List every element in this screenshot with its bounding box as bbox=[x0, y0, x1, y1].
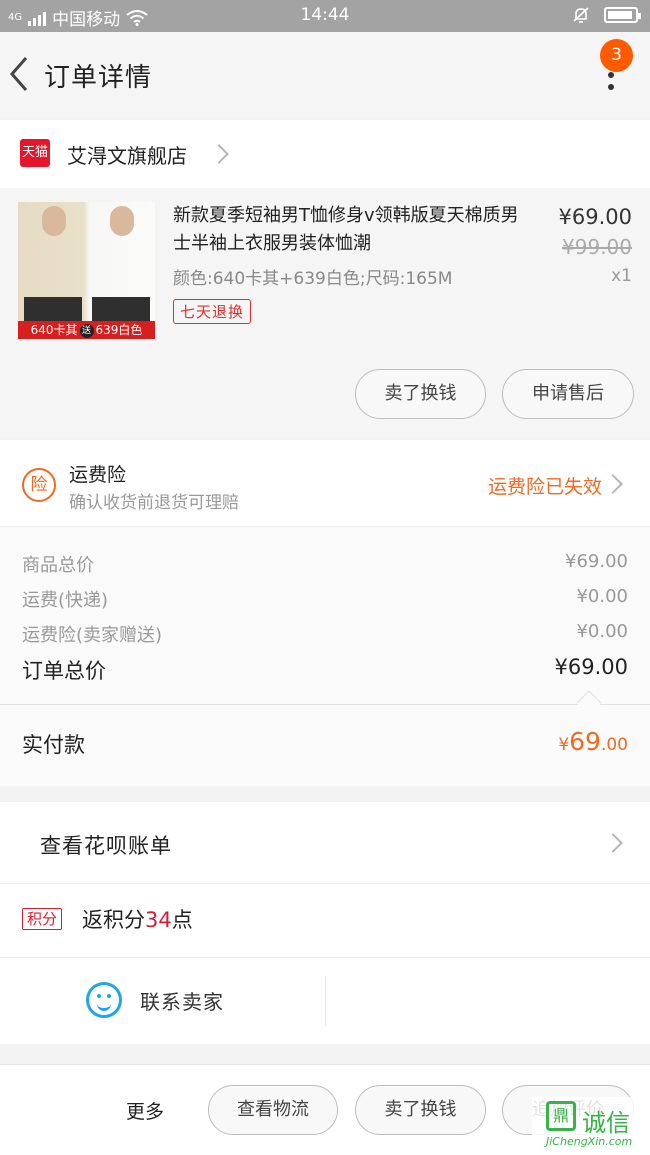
chevron-right-icon bbox=[603, 833, 623, 853]
huabei-bill-label[interactable]: 查看花呗账单 bbox=[40, 830, 172, 860]
view-logistics-button[interactable]: 查看物流 bbox=[208, 1085, 338, 1135]
seven-day-return-badge: 七天退换 bbox=[173, 299, 252, 324]
shop-row[interactable]: 天猫 艾淂文旗舰店 bbox=[0, 120, 650, 188]
insurance-status[interactable]: 运费险已失效 bbox=[488, 472, 602, 499]
product-image[interactable]: 640卡其送 639白色 bbox=[18, 202, 155, 339]
status-bar: 4G 中国移动 14:44 bbox=[0, 0, 650, 32]
summary-row-insurance: 运费险(卖家赠送) ¥0.00 bbox=[22, 621, 628, 646]
shop-name[interactable]: 艾淂文旗舰店 bbox=[67, 140, 187, 169]
divider bbox=[325, 976, 326, 1026]
shipping-insurance-row[interactable]: 险 运费险 确认收货前退货可理赔 运费险已失效 bbox=[0, 440, 650, 526]
insurance-icon: 险 bbox=[22, 468, 56, 502]
site-watermark: 鼎 诚信 JiChengXin.com bbox=[532, 1097, 650, 1155]
summary-row-total: 订单总价 ¥69.00 bbox=[22, 655, 628, 683]
notification-badge: 3 bbox=[600, 39, 633, 72]
contact-seller-button[interactable]: 联系卖家 bbox=[0, 958, 325, 1044]
back-arrow-icon[interactable] bbox=[6, 54, 36, 94]
insurance-subtitle: 确认收货前退货可理赔 bbox=[69, 493, 239, 513]
actual-payment-amount: ¥69.00 bbox=[558, 727, 628, 756]
battery-icon bbox=[604, 7, 641, 23]
more-menu-icon[interactable] bbox=[606, 72, 616, 96]
points-row: 积分 返积分34点 bbox=[0, 884, 650, 958]
actual-payment-row: 实付款 ¥69.00 bbox=[0, 704, 650, 786]
insurance-title: 运费险 bbox=[69, 464, 127, 486]
chevron-right-icon bbox=[209, 144, 229, 164]
product-card[interactable]: 640卡其送 639白色 新款夏季短袖男T恤修身v领韩版夏天棉质男士半袖上衣服男装… bbox=[0, 188, 650, 438]
clock: 14:44 bbox=[300, 5, 350, 25]
summary-row-shipping: 运费(快递) ¥0.00 bbox=[22, 586, 628, 611]
watermark-url: JiChengXin.com bbox=[546, 1135, 633, 1148]
points-text: 返积分34点 bbox=[82, 908, 193, 932]
points-tag: 积分 bbox=[22, 908, 63, 930]
contact-row: 联系卖家 bbox=[0, 958, 650, 1044]
product-image-tag: 640卡其送 639白色 bbox=[18, 321, 155, 339]
watermark-logo-icon: 鼎 bbox=[546, 1101, 576, 1131]
bottom-action-bar: 更多 查看物流 卖了换钱 追加评价 鼎 诚信 JiChengXin.com bbox=[0, 1064, 650, 1155]
sell-for-cash-bottom-button[interactable]: 卖了换钱 bbox=[355, 1085, 486, 1135]
apply-after-sale-button[interactable]: 申请售后 bbox=[502, 369, 634, 419]
product-original-price: ¥99.00 bbox=[562, 235, 632, 259]
price-summary: 商品总价 ¥69.00 运费(快递) ¥0.00 运费险(卖家赠送) ¥0.00 订单… bbox=[0, 526, 650, 704]
mute-bell-icon bbox=[573, 7, 589, 23]
page-title: 订单详情 bbox=[44, 63, 153, 93]
contact-seller-label: 联系卖家 bbox=[140, 990, 224, 1014]
tmall-logo-icon: 天猫 bbox=[20, 139, 50, 167]
sell-for-cash-button[interactable]: 卖了换钱 bbox=[355, 369, 486, 419]
actual-payment-label: 实付款 bbox=[22, 733, 85, 757]
product-attributes: 颜色:640卡其+639白色;尺码:165M bbox=[173, 269, 453, 289]
product-price: ¥69.00 bbox=[558, 205, 632, 229]
watermark-text: 诚信 bbox=[582, 1109, 630, 1137]
chat-smile-icon bbox=[86, 982, 122, 1018]
product-quantity: x1 bbox=[611, 266, 632, 286]
more-button[interactable]: 更多 bbox=[126, 1097, 164, 1124]
product-title[interactable]: 新款夏季短袖男T恤修身v领韩版夏天棉质男士半袖上衣服男装体恤潮 bbox=[173, 202, 533, 258]
nav-bar: 订单详情 3 bbox=[0, 32, 650, 118]
chevron-right-icon bbox=[603, 474, 623, 494]
summary-row-goods: 商品总价 ¥69.00 bbox=[22, 551, 628, 576]
huabei-bill-row[interactable]: 查看花呗账单 bbox=[0, 802, 650, 884]
